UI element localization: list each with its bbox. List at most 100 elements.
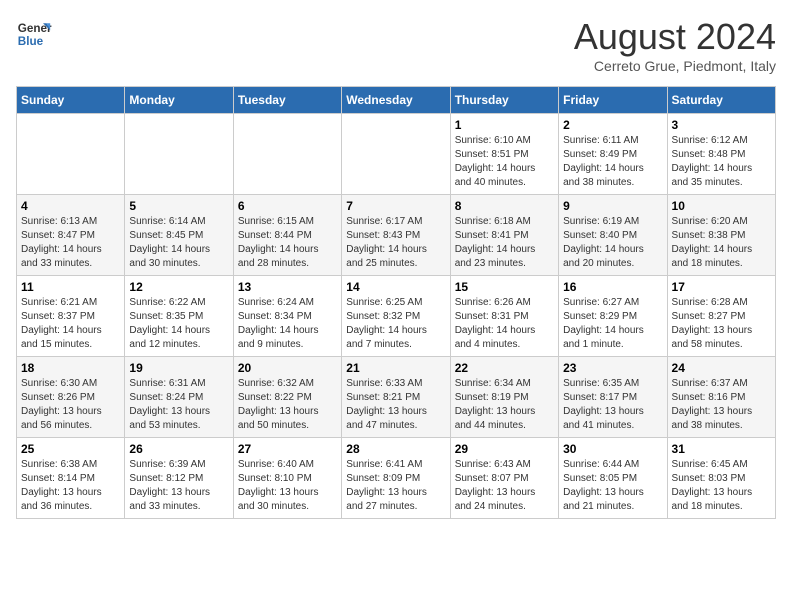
calendar-cell (125, 114, 233, 195)
calendar-cell: 18 Sunrise: 6:30 AM Sunset: 8:26 PM Dayli… (17, 357, 125, 438)
calendar-cell: 9 Sunrise: 6:19 AM Sunset: 8:40 PM Daylig… (559, 195, 667, 276)
calendar-cell: 2 Sunrise: 6:11 AM Sunset: 8:49 PM Daylig… (559, 114, 667, 195)
calendar-cell: 20 Sunrise: 6:32 AM Sunset: 8:22 PM Dayli… (233, 357, 341, 438)
calendar-cell: 8 Sunrise: 6:18 AM Sunset: 8:41 PM Daylig… (450, 195, 558, 276)
day-number: 9 (563, 199, 662, 213)
day-info: Sunrise: 6:30 AM Sunset: 8:26 PM Dayligh… (21, 377, 120, 433)
location-subtitle: Cerreto Grue, Piedmont, Italy (574, 58, 776, 74)
calendar-cell: 6Sunrise: 6:15 AM Sunset: 8:44 PM Daylig… (233, 195, 341, 276)
col-header-tuesday: Tuesday (233, 87, 341, 114)
day-info: Sunrise: 6:20 AM Sunset: 8:38 PM Dayligh… (672, 215, 771, 271)
logo: General Blue (16, 16, 52, 52)
col-header-friday: Friday (559, 87, 667, 114)
day-number: 2 (563, 118, 662, 132)
calendar-cell: 31Sunrise: 6:45 AM Sunset: 8:03 PM Dayli… (667, 438, 775, 519)
calendar-cell: 21Sunrise: 6:33 AM Sunset: 8:21 PM Dayli… (342, 357, 450, 438)
calendar-cell: 24Sunrise: 6:37 AM Sunset: 8:16 PM Dayli… (667, 357, 775, 438)
day-number: 22 (455, 361, 554, 375)
calendar-cell: 30 Sunrise: 6:44 AM Sunset: 8:05 PM Dayli… (559, 438, 667, 519)
day-info: Sunrise: 6:10 AM Sunset: 8:51 PM Dayligh… (455, 134, 554, 190)
day-info: Sunrise: 6:18 AM Sunset: 8:41 PM Dayligh… (455, 215, 554, 271)
calendar-cell: 10 Sunrise: 6:20 AM Sunset: 8:38 PM Dayli… (667, 195, 775, 276)
day-number: 3 (672, 118, 771, 132)
day-number: 4 (21, 199, 120, 213)
calendar-cell: 19 Sunrise: 6:31 AM Sunset: 8:24 PM Dayli… (125, 357, 233, 438)
calendar-week-row: 4Sunrise: 6:13 AM Sunset: 8:47 PM Daylig… (17, 195, 776, 276)
day-info: Sunrise: 6:45 AM Sunset: 8:03 PM Dayligh… (672, 458, 771, 514)
col-header-thursday: Thursday (450, 87, 558, 114)
day-number: 8 (455, 199, 554, 213)
calendar-week-row: 18 Sunrise: 6:30 AM Sunset: 8:26 PM Dayli… (17, 357, 776, 438)
calendar-cell (233, 114, 341, 195)
day-number: 15 (455, 280, 554, 294)
day-number: 13 (238, 280, 337, 294)
calendar-cell: 16Sunrise: 6:27 AM Sunset: 8:29 PM Dayli… (559, 276, 667, 357)
calendar-cell: 15Sunrise: 6:26 AM Sunset: 8:31 PM Dayli… (450, 276, 558, 357)
day-info: Sunrise: 6:19 AM Sunset: 8:40 PM Dayligh… (563, 215, 662, 271)
day-number: 23 (563, 361, 662, 375)
calendar-table: SundayMondayTuesdayWednesdayThursdayFrid… (16, 86, 776, 519)
calendar-cell: 13 Sunrise: 6:24 AM Sunset: 8:34 PM Dayli… (233, 276, 341, 357)
col-header-saturday: Saturday (667, 87, 775, 114)
day-info: Sunrise: 6:38 AM Sunset: 8:14 PM Dayligh… (21, 458, 120, 514)
calendar-cell: 17Sunrise: 6:28 AM Sunset: 8:27 PM Dayli… (667, 276, 775, 357)
day-info: Sunrise: 6:32 AM Sunset: 8:22 PM Dayligh… (238, 377, 337, 433)
day-info: Sunrise: 6:21 AM Sunset: 8:37 PM Dayligh… (21, 296, 120, 352)
day-number: 29 (455, 442, 554, 456)
day-info: Sunrise: 6:11 AM Sunset: 8:49 PM Dayligh… (563, 134, 662, 190)
calendar-cell: 7 Sunrise: 6:17 AM Sunset: 8:43 PM Daylig… (342, 195, 450, 276)
day-number: 25 (21, 442, 120, 456)
day-number: 26 (129, 442, 228, 456)
month-year-title: August 2024 (574, 16, 776, 58)
day-info: Sunrise: 6:33 AM Sunset: 8:21 PM Dayligh… (346, 377, 445, 433)
day-info: Sunrise: 6:34 AM Sunset: 8:19 PM Dayligh… (455, 377, 554, 433)
day-info: Sunrise: 6:44 AM Sunset: 8:05 PM Dayligh… (563, 458, 662, 514)
title-block: August 2024 Cerreto Grue, Piedmont, Ital… (574, 16, 776, 74)
day-info: Sunrise: 6:41 AM Sunset: 8:09 PM Dayligh… (346, 458, 445, 514)
day-number: 11 (21, 280, 120, 294)
day-number: 28 (346, 442, 445, 456)
day-number: 30 (563, 442, 662, 456)
calendar-cell: 25 Sunrise: 6:38 AM Sunset: 8:14 PM Dayli… (17, 438, 125, 519)
calendar-cell: 27 Sunrise: 6:40 AM Sunset: 8:10 PM Dayli… (233, 438, 341, 519)
day-number: 14 (346, 280, 445, 294)
day-number: 19 (129, 361, 228, 375)
day-number: 7 (346, 199, 445, 213)
day-info: Sunrise: 6:12 AM Sunset: 8:48 PM Dayligh… (672, 134, 771, 190)
day-info: Sunrise: 6:15 AM Sunset: 8:44 PM Dayligh… (238, 215, 337, 271)
day-info: Sunrise: 6:37 AM Sunset: 8:16 PM Dayligh… (672, 377, 771, 433)
svg-text:Blue: Blue (18, 35, 44, 48)
day-number: 18 (21, 361, 120, 375)
day-info: Sunrise: 6:35 AM Sunset: 8:17 PM Dayligh… (563, 377, 662, 433)
day-number: 12 (129, 280, 228, 294)
day-number: 20 (238, 361, 337, 375)
logo-icon: General Blue (16, 16, 52, 52)
day-info: Sunrise: 6:24 AM Sunset: 8:34 PM Dayligh… (238, 296, 337, 352)
calendar-cell: 22 Sunrise: 6:34 AM Sunset: 8:19 PM Dayli… (450, 357, 558, 438)
calendar-cell: 4Sunrise: 6:13 AM Sunset: 8:47 PM Daylig… (17, 195, 125, 276)
day-number: 27 (238, 442, 337, 456)
day-info: Sunrise: 6:28 AM Sunset: 8:27 PM Dayligh… (672, 296, 771, 352)
day-info: Sunrise: 6:27 AM Sunset: 8:29 PM Dayligh… (563, 296, 662, 352)
day-info: Sunrise: 6:22 AM Sunset: 8:35 PM Dayligh… (129, 296, 228, 352)
calendar-cell: 23 Sunrise: 6:35 AM Sunset: 8:17 PM Dayli… (559, 357, 667, 438)
calendar-week-row: 25 Sunrise: 6:38 AM Sunset: 8:14 PM Dayli… (17, 438, 776, 519)
day-info: Sunrise: 6:31 AM Sunset: 8:24 PM Dayligh… (129, 377, 228, 433)
day-number: 1 (455, 118, 554, 132)
calendar-cell: 11 Sunrise: 6:21 AM Sunset: 8:37 PM Dayli… (17, 276, 125, 357)
calendar-week-row: 1 Sunrise: 6:10 AM Sunset: 8:51 PM Daylig… (17, 114, 776, 195)
calendar-week-row: 11 Sunrise: 6:21 AM Sunset: 8:37 PM Dayli… (17, 276, 776, 357)
day-number: 10 (672, 199, 771, 213)
calendar-header-row: SundayMondayTuesdayWednesdayThursdayFrid… (17, 87, 776, 114)
calendar-cell: 3 Sunrise: 6:12 AM Sunset: 8:48 PM Daylig… (667, 114, 775, 195)
calendar-cell: 28 Sunrise: 6:41 AM Sunset: 8:09 PM Dayli… (342, 438, 450, 519)
calendar-cell (17, 114, 125, 195)
calendar-cell: 29Sunrise: 6:43 AM Sunset: 8:07 PM Dayli… (450, 438, 558, 519)
col-header-sunday: Sunday (17, 87, 125, 114)
day-info: Sunrise: 6:25 AM Sunset: 8:32 PM Dayligh… (346, 296, 445, 352)
day-number: 5 (129, 199, 228, 213)
calendar-cell: 1 Sunrise: 6:10 AM Sunset: 8:51 PM Daylig… (450, 114, 558, 195)
day-info: Sunrise: 6:17 AM Sunset: 8:43 PM Dayligh… (346, 215, 445, 271)
col-header-wednesday: Wednesday (342, 87, 450, 114)
day-info: Sunrise: 6:40 AM Sunset: 8:10 PM Dayligh… (238, 458, 337, 514)
